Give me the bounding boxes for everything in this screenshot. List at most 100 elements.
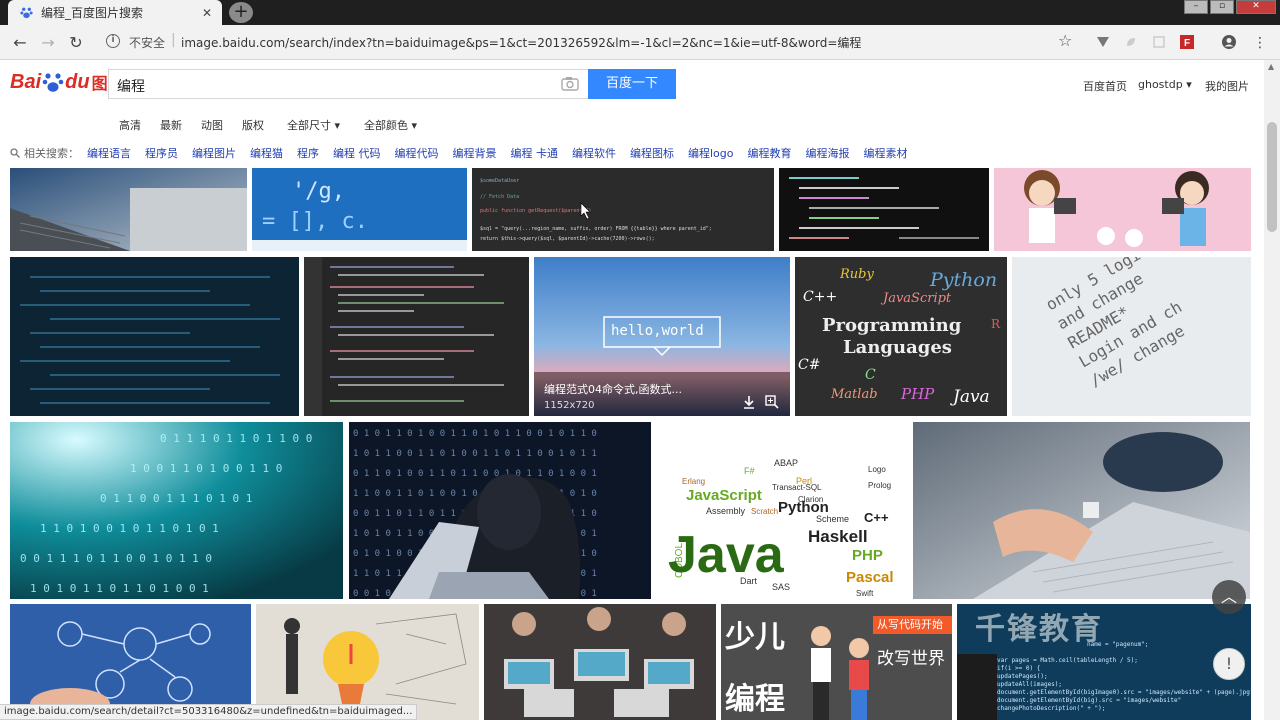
watermark-text: 千锋教育 [975, 612, 1103, 647]
result-image[interactable] [913, 422, 1250, 599]
close-window-button[interactable]: ✕ [1236, 0, 1276, 14]
reload-icon[interactable]: ↻ [66, 33, 86, 53]
zoom-icon[interactable] [765, 395, 779, 409]
svg-text:1 1 0 1 0 0 1 0 1 1 0 1 0 1: 1 1 0 1 0 0 1 0 1 1 0 1 0 1 [40, 522, 219, 535]
menu-dots-icon[interactable]: ⋮ [1250, 33, 1270, 53]
related-link[interactable]: 编程教育 [748, 145, 792, 161]
scroll-up-arrow-icon[interactable]: ▲ [1268, 62, 1274, 71]
related-link[interactable]: 编程素材 [864, 145, 908, 161]
account-icon[interactable] [1222, 35, 1236, 49]
maximize-button[interactable]: ▫ [1210, 0, 1234, 14]
prog-lang-title: Programming [822, 315, 962, 336]
result-image-hovered[interactable]: hello,world 编程范式04命令式,函数式... 1152x720 [534, 257, 790, 416]
user-menu[interactable]: ghostdp ▾ [1138, 78, 1192, 91]
scrollbar-thumb[interactable] [1267, 122, 1277, 232]
my-images-link[interactable]: 我的图片 [1205, 78, 1249, 94]
result-image[interactable] [779, 168, 989, 251]
svg-text:return $this->query($sql, $par: return $this->query($sql, $parentId)->ca… [480, 236, 655, 242]
svg-text:updateAll(images);: updateAll(images); [997, 681, 1062, 688]
extension-leaf-icon[interactable] [1124, 35, 1138, 49]
feedback-button[interactable]: ! [1213, 648, 1245, 680]
lang-word: C# [798, 357, 821, 373]
result-image[interactable]: only 5 logi and change README* Login and… [1012, 257, 1251, 416]
camera-icon[interactable] [561, 76, 579, 91]
result-image[interactable] [10, 604, 251, 720]
related-link[interactable]: 编程 代码 [333, 145, 381, 161]
result-image[interactable] [256, 604, 479, 720]
svg-text:'/g,: '/g, [292, 179, 345, 204]
back-to-top-button[interactable]: ︿ [1212, 580, 1246, 614]
result-image[interactable] [484, 604, 716, 720]
related-link[interactable]: 编程logo [688, 145, 734, 161]
baidu-home-link[interactable]: 百度首页 [1083, 78, 1127, 94]
browser-tab[interactable]: 编程_百度图片搜索 ✕ [8, 0, 222, 25]
svg-text:0 1 1 0 1 0 0 1 1 0 1 1 0 0 1: 0 1 1 0 1 0 0 1 1 0 1 1 0 0 1 0 1 1 0 1 … [353, 469, 597, 479]
address-bar[interactable]: i 不安全 | image.baidu.com/search/index?tn=… [98, 30, 1088, 55]
svg-text:0 1 0 1 1 0 1 0 0 1 1 0 1 0 1: 0 1 0 1 1 0 1 0 0 1 1 0 1 0 1 1 0 0 1 0 … [353, 429, 597, 439]
filter-size-dropdown[interactable]: 全部尺寸 ▾ [287, 117, 340, 133]
related-link[interactable]: 编程海报 [806, 145, 850, 161]
svg-text:document.getElementById(big).s: document.getElementById(big).src = "imag… [997, 697, 1181, 704]
new-tab-button[interactable]: + [229, 2, 253, 23]
url-text[interactable]: image.baidu.com/search/index?tn=baiduima… [181, 34, 861, 51]
svg-text:if(i >= 0) {: if(i >= 0) { [997, 665, 1040, 672]
result-image[interactable]: 0 1 1 1 0 1 1 0 1 1 0 0 1 0 0 1 1 0 1 0 … [10, 422, 343, 599]
svg-text:var pages = Math.ceil(tableLen: var pages = Math.ceil(tableLength / 5); [997, 657, 1138, 664]
minimize-button[interactable]: – [1184, 0, 1208, 14]
filter-color-dropdown[interactable]: 全部颜色 ▾ [364, 117, 417, 133]
prog-lang-title: Languages [843, 337, 952, 358]
page-scrollbar[interactable]: ▲ [1264, 60, 1280, 720]
result-image[interactable]: $someDataUser // Fetch Data public funct… [472, 168, 774, 251]
filter-hd[interactable]: 高清 [119, 117, 141, 133]
related-link[interactable]: 编程图标 [630, 145, 674, 161]
svg-text:JavaScript: JavaScript [686, 487, 762, 504]
related-link[interactable]: 编程软件 [572, 145, 616, 161]
related-link[interactable]: 程序员 [145, 145, 178, 161]
extension-flash-icon[interactable]: F [1180, 35, 1194, 49]
bookmark-star-icon[interactable]: ☆ [1058, 31, 1072, 50]
related-link[interactable]: 程序 [297, 145, 319, 161]
related-link[interactable]: 编程代码 [395, 145, 439, 161]
result-image[interactable] [304, 257, 529, 416]
svg-text:Java: Java [668, 526, 785, 584]
result-image[interactable] [10, 257, 299, 416]
info-icon[interactable]: i [106, 34, 120, 48]
filter-latest[interactable]: 最新 [160, 117, 182, 133]
related-searches: 相关搜索： 编程语言 程序员 编程图片 编程猫 程序 编程 代码 编程代码 编程… [10, 145, 922, 161]
filter-animated[interactable]: 动图 [201, 117, 223, 133]
result-image[interactable]: '/g, = [], c. [252, 168, 467, 251]
svg-text:public function getRequest($pa: public function getRequest($parentId) [480, 208, 591, 214]
extension-shield-icon[interactable] [1096, 35, 1110, 49]
related-link[interactable]: 编程图片 [192, 145, 236, 161]
svg-text:0 0 1 1 1 0 1 1 0 0 1 0 1 1 0: 0 0 1 1 1 0 1 1 0 0 1 0 1 1 0 [20, 552, 212, 565]
related-link[interactable]: 编程语言 [87, 145, 131, 161]
svg-text:// Fetch Data: // Fetch Data [480, 194, 519, 200]
download-icon[interactable] [742, 395, 756, 409]
result-image[interactable]: 少儿 编程 从写代码开始 改写世界 [721, 604, 952, 720]
image-size: 1152x720 [544, 400, 595, 411]
result-image[interactable]: ABAP F# Erlang JavaScript Perl Logo Prol… [656, 422, 908, 599]
result-image[interactable]: 0 1 0 1 1 0 1 0 0 1 1 0 1 0 1 1 0 0 1 0 … [349, 422, 651, 599]
result-image[interactable] [10, 168, 247, 251]
svg-text:Transact-SQL: Transact-SQL [772, 483, 822, 492]
address-toolbar: ← → ↻ i 不安全 | image.baidu.com/search/ind… [0, 25, 1280, 60]
related-link[interactable]: 编程背景 [453, 145, 497, 161]
search-button[interactable]: 百度一下 [588, 69, 676, 99]
lang-word: Java [953, 387, 990, 407]
baidu-image-logo[interactable]: Bai du 图片 [10, 66, 124, 98]
url-separator: | [171, 32, 176, 48]
related-link[interactable]: 编程 卡通 [511, 145, 559, 161]
forward-arrow-icon[interactable]: → [38, 33, 58, 53]
extension-page-icon[interactable] [1152, 35, 1166, 49]
tab-close-icon[interactable]: ✕ [200, 6, 214, 20]
search-input[interactable]: 编程 [108, 69, 588, 99]
back-arrow-icon[interactable]: ← [10, 33, 30, 53]
result-image[interactable] [994, 168, 1251, 251]
baidu-paw-icon [20, 7, 33, 19]
lang-word: C++ [803, 289, 838, 305]
related-link[interactable]: 编程猫 [250, 145, 283, 161]
filter-copyright[interactable]: 版权 [242, 117, 264, 133]
svg-text:F: F [1184, 38, 1190, 49]
kids-text: 编程 [725, 682, 785, 717]
result-image[interactable]: Ruby Python C++ JavaScript Programming L… [795, 257, 1007, 416]
